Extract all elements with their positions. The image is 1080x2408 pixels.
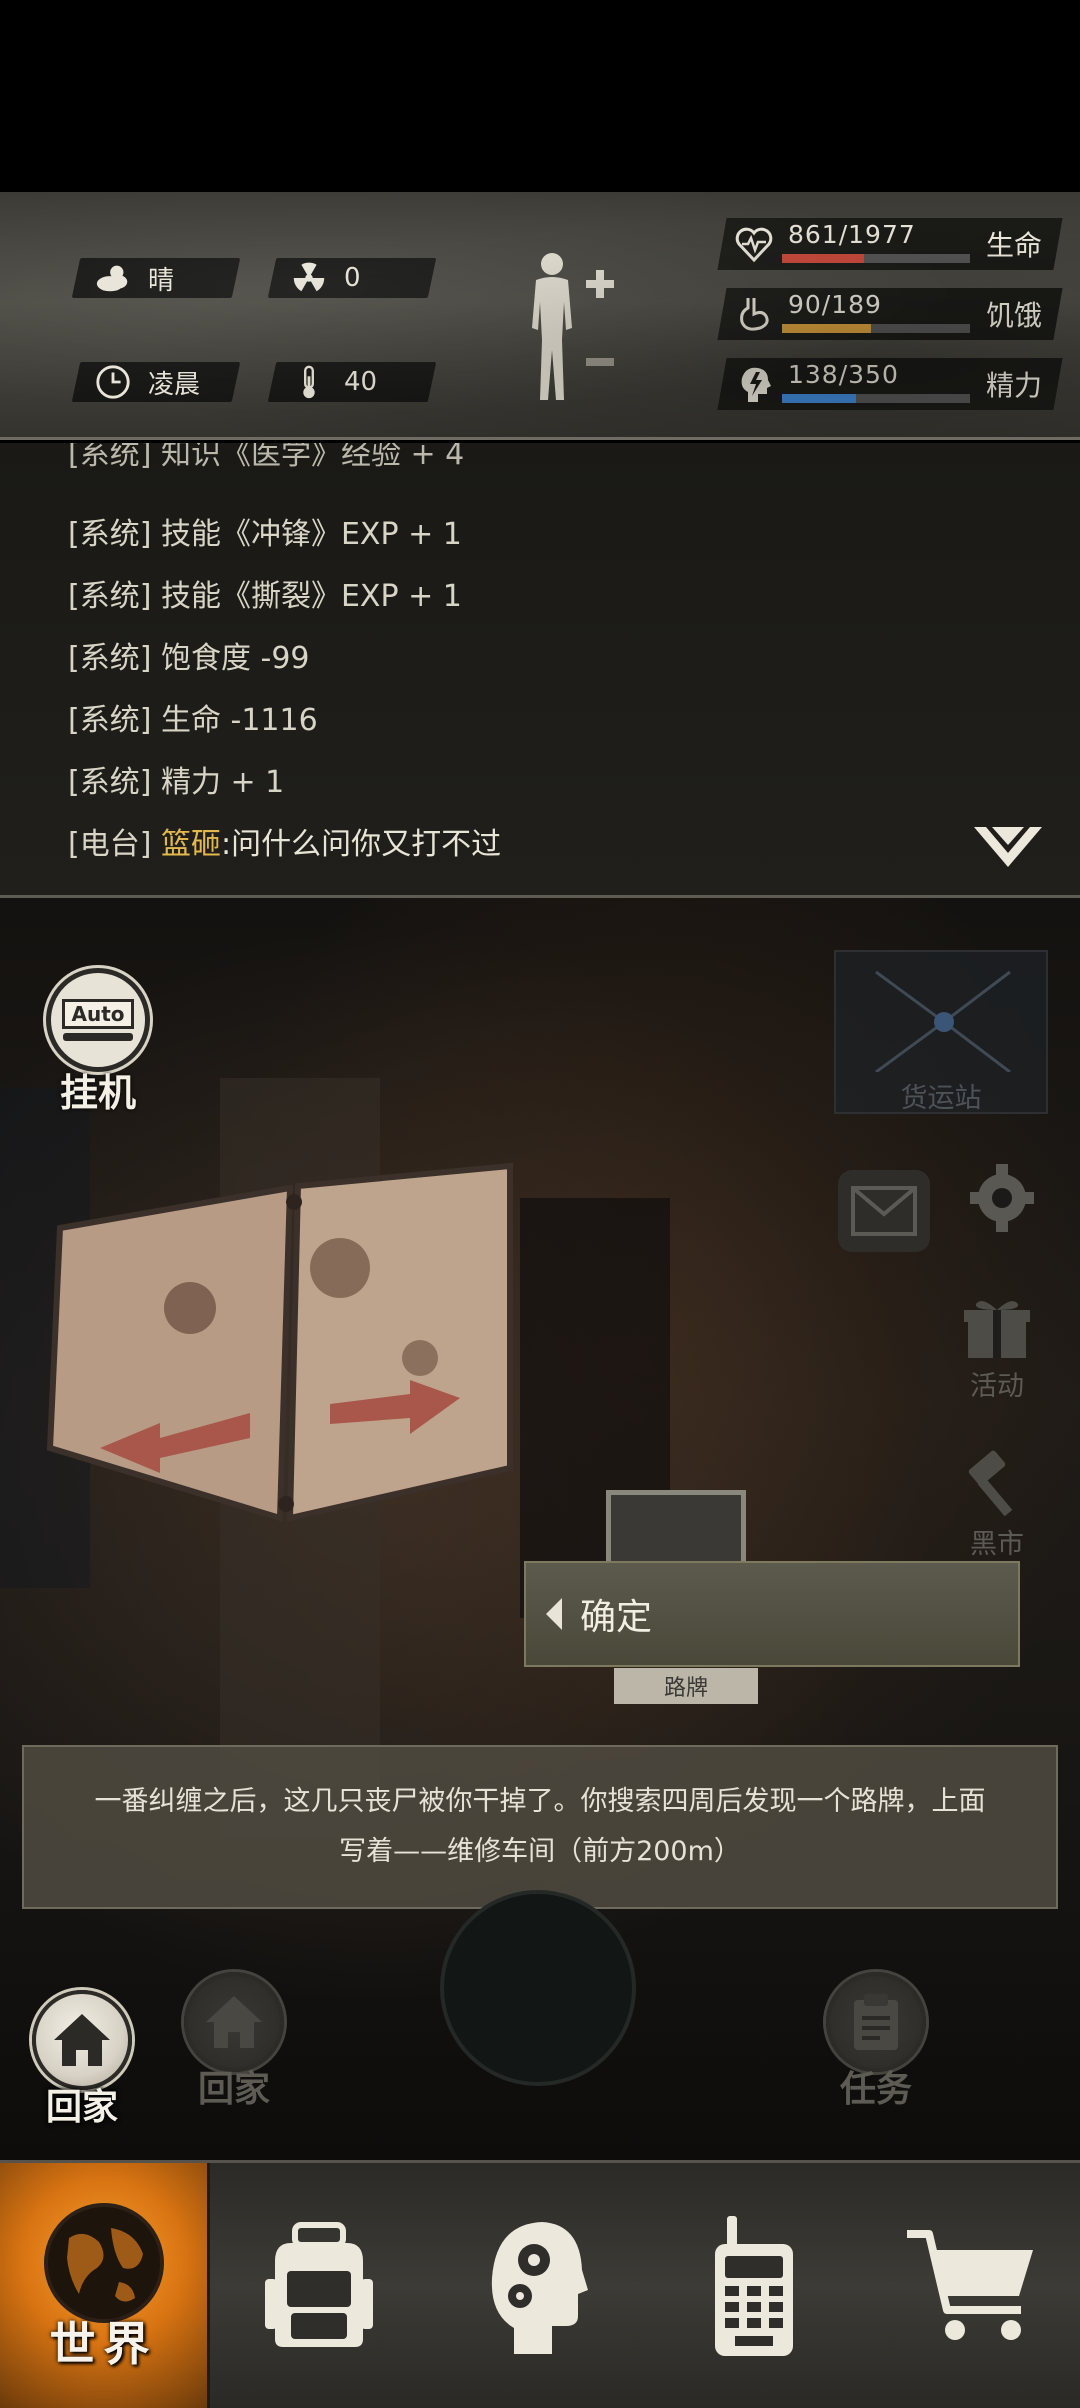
health-value: 861/1977 <box>788 220 916 249</box>
body-status-icon[interactable] <box>522 250 626 410</box>
stomach-icon <box>740 298 769 331</box>
clock-icon <box>94 363 132 401</box>
health-label: 生命 <box>985 229 1042 262</box>
time-label: 凌晨 <box>148 369 201 400</box>
thermometer-icon <box>290 363 328 401</box>
events-button[interactable]: 活动 <box>962 1296 1032 1403</box>
log-line: [系统] 饱食度 -99 <box>68 641 310 676</box>
gear-icon[interactable] <box>966 1158 1038 1238</box>
freight-station-button[interactable]: 货运站 <box>834 950 1048 1114</box>
cart-icon <box>907 2229 1034 2340</box>
radio-log-line: [电台] 篮砸:问什么问你又打不过 <box>68 827 502 862</box>
log-line: [系统] 生命 -1116 <box>68 703 318 738</box>
energy-value: 138/350 <box>788 360 899 389</box>
nav-world-label: 世界 <box>49 2316 158 2371</box>
auction-hammer-icon <box>968 1450 1013 1517</box>
auto-label: 挂机 <box>59 1071 136 1115</box>
log-line: [系统] 精力 + 1 <box>68 765 285 800</box>
nav-radio[interactable] <box>645 2163 863 2408</box>
tasks-label: 任务 <box>839 2069 912 2110</box>
hunger-value: 90/189 <box>788 290 882 319</box>
nav-skills[interactable] <box>428 2163 646 2408</box>
energy-bar <box>782 394 970 403</box>
walkie-talkie-icon <box>714 2215 793 2356</box>
weather-label: 晴 <box>148 265 175 296</box>
double-chevron-down-icon[interactable] <box>972 823 1044 875</box>
confirm-label: 确定 <box>580 1597 653 1638</box>
status-panel: 晴 0 凌晨 40 861/1977 生命 90/189 饥饿 138/350 … <box>0 192 1080 440</box>
hunger-stat: 90/189 饥饿 <box>717 288 1063 340</box>
auto-badge: Auto <box>62 999 134 1029</box>
time-pill: 凌晨 <box>71 362 241 402</box>
mail-icon <box>851 1186 917 1236</box>
radio-speaker: 篮砸 <box>160 827 221 862</box>
weather-pill: 晴 <box>71 258 241 298</box>
gift-icon <box>964 1301 1030 1358</box>
house-icon <box>54 2014 110 2066</box>
log-line: [系统] 技能《撕裂》EXP + 1 <box>68 579 462 614</box>
radar-display <box>440 1890 636 2086</box>
laptop-icon: Auto <box>62 999 134 1041</box>
temperature-value: 40 <box>344 367 378 397</box>
black-market-label: 黑市 <box>970 1529 1024 1560</box>
hunger-label: 饥饿 <box>985 299 1042 332</box>
health-bar <box>782 254 970 263</box>
home-button[interactable]: 回家 <box>32 1990 132 2130</box>
nav-shop[interactable] <box>863 2163 1080 2408</box>
nav-world[interactable]: 世界 <box>0 2163 210 2408</box>
sign-plate: 路牌 <box>614 1668 758 1704</box>
backpack-icon <box>264 2221 373 2347</box>
cloud-sun-icon <box>94 259 132 297</box>
message-log[interactable]: [系统] 知识《医学》经验 + 4 [系统] 技能《冲锋》EXP + 1 [系统… <box>0 443 1080 898</box>
mail-button[interactable] <box>838 1170 930 1252</box>
road-sign-image <box>46 1162 513 1523</box>
log-line: [系统] 技能《冲锋》EXP + 1 <box>68 517 462 552</box>
auto-idle-button[interactable]: Auto 挂机 <box>46 968 150 1117</box>
caret-left-icon <box>546 1598 562 1630</box>
radiation-pill: 0 <box>267 258 437 298</box>
radiation-value: 0 <box>344 263 361 293</box>
tasks-button[interactable]: 任务 <box>826 1972 926 2112</box>
nav-backpack[interactable] <box>210 2163 428 2408</box>
black-market-button[interactable]: 黑市 <box>962 1448 1032 1561</box>
clipboard-icon <box>854 1994 898 2050</box>
energy-stat: 138/350 精力 <box>717 358 1063 410</box>
confirm-button[interactable]: 确定 <box>524 1561 1020 1667</box>
events-label: 活动 <box>970 1371 1024 1402</box>
head-bolt-icon <box>741 367 771 402</box>
temperature-pill: 40 <box>267 362 437 402</box>
network-node-icon <box>875 970 1011 1074</box>
health-stat: 861/1977 生命 <box>717 218 1063 270</box>
home-dim-button: 回家 <box>184 1972 284 2112</box>
bottom-nav: 世界 <box>0 2160 1080 2408</box>
hunger-bar <box>782 324 970 333</box>
energy-label: 精力 <box>985 369 1042 402</box>
log-line: [系统] 知识《医学》经验 + 4 <box>68 443 465 472</box>
house-icon <box>206 1996 262 2048</box>
home-label: 回家 <box>45 2087 118 2128</box>
head-gears-icon <box>492 2221 589 2354</box>
narration-box: 一番纠缠之后，这几只丧尸被你干掉了。你搜索四周后发现一个路牌，上面 写着——维修… <box>22 1745 1058 1909</box>
radiation-icon <box>290 259 328 297</box>
narration-line-1: 一番纠缠之后，这几只丧尸被你干掉了。你搜索四周后发现一个路牌，上面 <box>94 1786 986 1817</box>
narration-line-2: 写着——维修车间（前方200m） <box>339 1836 741 1867</box>
heart-pulse-icon <box>735 227 773 263</box>
home-dim-label: 回家 <box>197 2069 270 2110</box>
freight-label: 货运站 <box>900 1083 982 1114</box>
